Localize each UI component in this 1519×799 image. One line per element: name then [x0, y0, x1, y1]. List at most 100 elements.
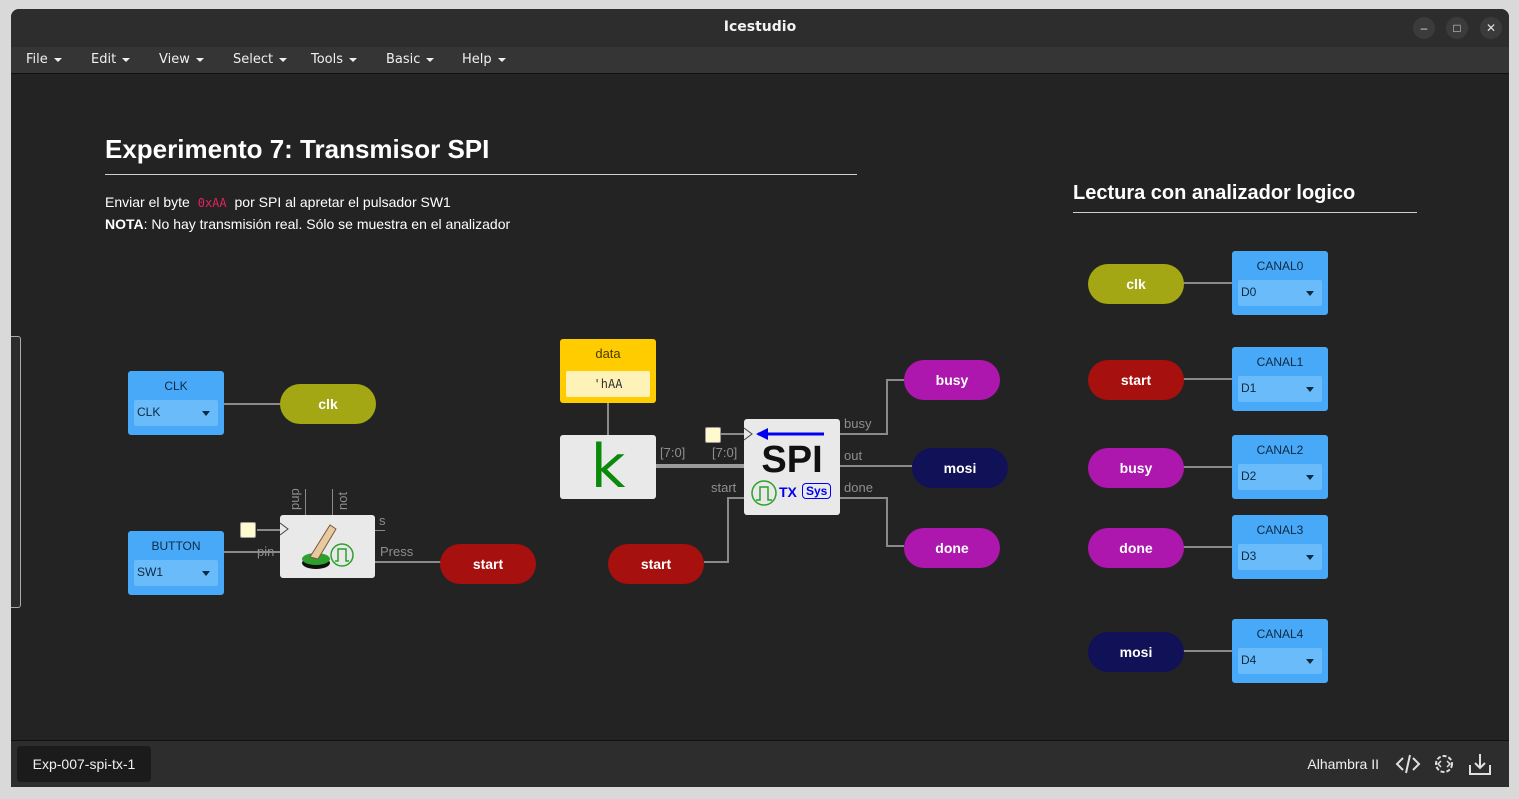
titlebar: Icestudio – □ ✕ — [11, 9, 1509, 48]
wire — [717, 433, 744, 435]
description-line-1: Enviar el byte 0xAA por SPI al apretar e… — [105, 194, 451, 210]
menu-help-label: Help — [462, 52, 492, 67]
wire — [607, 400, 609, 435]
chevron-down-icon — [279, 57, 288, 62]
button-input-block[interactable]: BUTTON SW1 — [128, 531, 224, 595]
description-text: por SPI al apretar el pulsador SW1 — [234, 194, 451, 210]
wire — [840, 465, 912, 467]
nota-text: : No hay transmisión real. Sólo se muest… — [143, 216, 511, 232]
menu-select[interactable]: Select — [233, 52, 288, 67]
pin-select[interactable]: SW1 — [134, 560, 218, 586]
output-block-canal0[interactable]: CANAL0 D0 — [1232, 251, 1328, 315]
wire — [886, 379, 904, 381]
block-label: CANAL3 — [1256, 523, 1304, 537]
clk-input-block[interactable]: CLK CLK — [128, 371, 224, 435]
menu-tools-label: Tools — [311, 52, 344, 67]
upload-icon[interactable] — [1467, 751, 1493, 777]
label-clk-analyzer[interactable]: clk — [1088, 264, 1184, 304]
pin-select[interactable]: D0 — [1238, 280, 1322, 306]
menu-file-label: File — [26, 52, 48, 67]
wire — [257, 529, 281, 531]
menu-edit[interactable]: Edit — [91, 52, 131, 67]
menu-file[interactable]: File — [26, 52, 62, 67]
analyzer-title: Lectura con analizador logico — [1073, 182, 1356, 204]
menu-help[interactable]: Help — [462, 52, 506, 67]
wire — [223, 403, 281, 405]
block-label: CANAL1 — [1256, 355, 1304, 369]
wire — [1183, 378, 1233, 380]
pin-select-value: D1 — [1241, 381, 1257, 395]
block-label: CANAL2 — [1256, 443, 1304, 457]
label-busy[interactable]: busy — [904, 360, 1000, 400]
menu-edit-label: Edit — [91, 52, 117, 67]
port-label-out: out — [844, 448, 863, 463]
dropdown-arrow-icon — [1306, 659, 1314, 664]
spi-tx-block[interactable]: SPI TX Sys — [744, 419, 840, 515]
label-start-output[interactable]: start — [440, 544, 536, 584]
wire — [1183, 650, 1233, 652]
app-window: Icestudio – □ ✕ File Edit View Select To… — [11, 9, 1509, 787]
port-label-s: s — [379, 513, 386, 528]
minimize-button[interactable]: – — [1413, 17, 1435, 39]
label-mosi[interactable]: mosi — [912, 448, 1008, 488]
pin-select[interactable]: D2 — [1238, 464, 1322, 490]
chevron-down-icon — [195, 57, 204, 62]
pulse-icon — [751, 480, 777, 506]
pin-select[interactable]: CLK — [134, 400, 218, 426]
output-block-canal2[interactable]: CANAL2 D2 — [1232, 435, 1328, 499]
menu-view-label: View — [159, 52, 190, 67]
code-icon[interactable] — [1395, 751, 1421, 777]
data-param-block[interactable]: data 'hAA — [560, 339, 656, 403]
block-label: CLK — [164, 379, 188, 393]
clock-enable-toggle[interactable] — [705, 427, 721, 443]
port-label-not: not — [335, 491, 350, 510]
output-block-canal4[interactable]: CANAL4 D4 — [1232, 619, 1328, 683]
port-label-bus-out: [7:0] — [660, 445, 686, 460]
wire — [840, 497, 887, 499]
pin-select-value: D0 — [1241, 285, 1257, 299]
clock-enable-toggle[interactable] — [240, 522, 256, 538]
param-value[interactable]: 'hAA — [566, 371, 650, 397]
label-start-input[interactable]: start — [608, 544, 704, 584]
window-title: Icestudio — [723, 19, 797, 35]
chevron-down-icon — [426, 57, 435, 62]
board-selector[interactable]: Alhambra II — [1307, 756, 1379, 772]
label-busy-analyzer[interactable]: busy — [1088, 448, 1184, 488]
button-block[interactable] — [279, 515, 375, 578]
port-label-pin: pin — [257, 544, 275, 559]
menu-basic[interactable]: Basic — [386, 52, 435, 67]
param-label: data — [595, 346, 621, 361]
output-block-canal3[interactable]: CANAL3 D3 — [1232, 515, 1328, 579]
close-button[interactable]: ✕ — [1480, 17, 1502, 39]
title-divider — [105, 174, 857, 175]
block-label: CANAL4 — [1256, 627, 1304, 641]
settings-code-icon[interactable] — [1431, 751, 1457, 777]
constant-block[interactable]: k — [560, 435, 656, 499]
port-label-done: done — [844, 480, 873, 495]
wire — [886, 545, 904, 547]
label-mosi-analyzer[interactable]: mosi — [1088, 632, 1184, 672]
dropdown-arrow-icon — [1306, 291, 1314, 296]
label-clk[interactable]: clk — [280, 384, 376, 424]
output-block-canal1[interactable]: CANAL1 D1 — [1232, 347, 1328, 411]
pin-select[interactable]: D1 — [1238, 376, 1322, 402]
menu-view[interactable]: View — [159, 52, 204, 67]
description-text: Enviar el byte — [105, 194, 190, 210]
design-canvas[interactable]: Experimento 7: Transmisor SPI Enviar el … — [11, 74, 1509, 740]
dropdown-arrow-icon — [1306, 387, 1314, 392]
label-done-analyzer[interactable]: done — [1088, 528, 1184, 568]
pin-select-value: CLK — [137, 405, 161, 419]
maximize-button[interactable]: □ — [1446, 17, 1468, 39]
pin-select[interactable]: D3 — [1238, 544, 1322, 570]
project-tab[interactable]: Exp-007-spi-tx-1 — [17, 746, 151, 782]
spi-title: SPI — [761, 439, 823, 481]
label-done[interactable]: done — [904, 528, 1000, 568]
menubar: File Edit View Select Tools Basic Help — [11, 47, 1509, 74]
hex-code: 0xAA — [197, 196, 227, 210]
collection-sidebar[interactable] — [11, 336, 21, 608]
pin-select[interactable]: D4 — [1238, 648, 1322, 674]
label-start-analyzer[interactable]: start — [1088, 360, 1184, 400]
wire — [886, 497, 888, 547]
chevron-down-icon — [122, 57, 131, 62]
menu-tools[interactable]: Tools — [311, 52, 358, 67]
